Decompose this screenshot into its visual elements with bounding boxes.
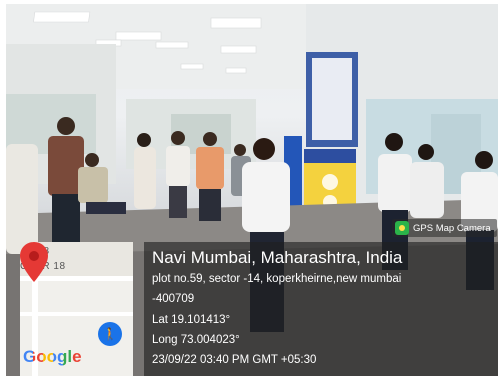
google-logo: Google [23, 347, 82, 366]
location-info-panel: Navi Mumbai, Maharashtra, India plot no.… [144, 242, 498, 376]
latitude: Lat 19.101413° [152, 314, 231, 326]
pedestrian-icon: 🚶 [98, 322, 122, 346]
location-title: Navi Mumbai, Maharashtra, India [152, 248, 403, 267]
geotagged-photo-frame: GPS Map Camera 18 CTOR 18 🚶 Google Navi … [0, 0, 504, 381]
map-thumbnail: 18 CTOR 18 🚶 Google [20, 242, 133, 376]
gps-camera-icon [395, 221, 409, 235]
map-road-horizontal-2 [20, 312, 133, 316]
location-pin-icon [20, 242, 48, 282]
address-line-2: -400709 [152, 293, 195, 305]
longitude: Long 73.004023° [152, 334, 240, 346]
gps-map-camera-badge: GPS Map Camera [392, 219, 497, 237]
office-group-photo: GPS Map Camera 18 CTOR 18 🚶 Google Navi … [6, 4, 498, 376]
timestamp: 23/09/22 03:40 PM GMT +05:30 [152, 354, 317, 366]
address-line-1: plot no.59, sector -14, koperkheirne,new… [152, 273, 402, 285]
badge-label: GPS Map Camera [413, 222, 491, 234]
